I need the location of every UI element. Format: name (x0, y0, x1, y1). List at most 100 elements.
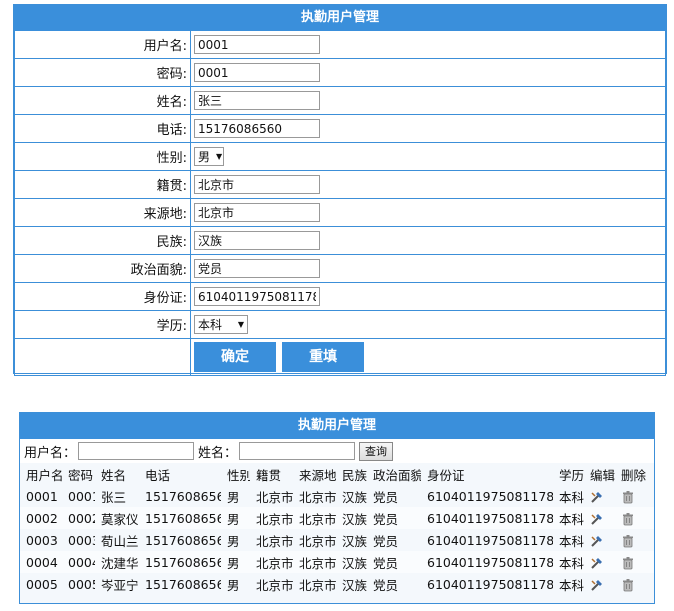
column-header: 删除 (621, 467, 647, 483)
table-cell: 0005 (20, 573, 62, 595)
edit-cell (584, 573, 615, 595)
table-cell: 0001 (62, 485, 95, 507)
table-cell: 北京市 (250, 551, 293, 573)
column-header: 性别 (227, 467, 250, 483)
table-cell: 北京市 (250, 485, 293, 507)
political-status-input[interactable] (194, 259, 320, 278)
origin-label: 来源地: (14, 198, 191, 227)
gender-select[interactable]: 男 ▼ (194, 147, 224, 166)
education-select[interactable]: 本科 ▼ (194, 315, 248, 334)
table-cell: 本科 (553, 573, 584, 595)
username-input[interactable] (194, 35, 320, 54)
table-cell: 党员 (367, 551, 421, 573)
table-cell: 0003 (62, 529, 95, 551)
table-cell: 男 (221, 551, 250, 573)
confirm-button[interactable]: 确定 (194, 342, 276, 372)
education-label: 学历: (14, 310, 191, 339)
password-input[interactable] (194, 63, 320, 82)
ethnicity-label: 民族: (14, 226, 191, 255)
table-cell: 15176086562 (139, 529, 221, 551)
query-button[interactable]: 查询 (359, 441, 394, 461)
table-cell: 张三 (95, 485, 139, 507)
origin-input[interactable] (194, 203, 320, 222)
table-cell: 汉族 (336, 573, 367, 595)
native-place-input[interactable] (194, 175, 320, 194)
table-cell: 北京市 (250, 529, 293, 551)
user-list-panel: 执勤用户管理 用户名： 姓名： 查询 用户名 密码 姓名 电话 性别 籍贯 来源… (19, 412, 655, 604)
table-cell: 北京市 (293, 573, 336, 595)
table-cell: 本科 (553, 485, 584, 507)
name-input[interactable] (194, 91, 320, 110)
edit-icon[interactable] (590, 578, 604, 592)
table-cell: 15176086564 (139, 573, 221, 595)
reset-button[interactable]: 重填 (282, 342, 365, 372)
trash-icon[interactable] (621, 490, 635, 504)
user-form-table: 用户名: 密码: 姓名: 电话: 性别: 男 ▼ 籍贯: (14, 31, 666, 376)
search-username-input[interactable] (78, 442, 195, 460)
table-cell: 沈建华 (95, 551, 139, 573)
table-header-row: 用户名 密码 姓名 电话 性别 籍贯 来源地 民族 政治面貌 身份证 学历 编辑… (20, 463, 654, 485)
column-header: 籍贯 (256, 467, 282, 483)
table-cell: 0003 (20, 529, 62, 551)
id-card-input[interactable] (194, 287, 320, 306)
trash-icon[interactable] (621, 578, 635, 592)
user-form-panel: 执勤用户管理 用户名: 密码: 姓名: 电话: 性别: 男 ▼ (13, 4, 667, 376)
button-row-spacer (14, 338, 191, 376)
table-cell: 党员 (367, 485, 421, 507)
user-list-table: 用户名 密码 姓名 电话 性别 籍贯 来源地 民族 政治面貌 身份证 学历 编辑… (20, 463, 654, 595)
table-row: 00020002莫家仪15176086561男北京市北京市汉族党员6104011… (20, 507, 654, 529)
edit-icon[interactable] (590, 556, 604, 570)
table-cell: 610401197508117896 (421, 573, 553, 595)
phone-input[interactable] (194, 119, 320, 138)
table-cell: 汉族 (336, 529, 367, 551)
table-cell: 本科 (553, 551, 584, 573)
trash-icon[interactable] (621, 534, 635, 548)
delete-cell (615, 573, 654, 595)
table-cell: 汉族 (336, 507, 367, 529)
education-select-value: 本科 (198, 318, 223, 332)
edit-cell (584, 507, 615, 529)
table-cell: 610401197508117894 (421, 551, 553, 573)
political-status-label: 政治面貌: (14, 254, 191, 283)
table-cell: 610401197508117892 (421, 507, 553, 529)
table-cell: 北京市 (293, 485, 336, 507)
table-cell: 党员 (367, 529, 421, 551)
gender-label: 性别: (14, 142, 191, 171)
table-row: 00040004沈建华15176086563男北京市北京市汉族党员6104011… (20, 551, 654, 573)
trash-icon[interactable] (621, 556, 635, 570)
phone-label: 电话: (14, 114, 191, 143)
table-cell: 0004 (20, 551, 62, 573)
edit-cell (584, 529, 615, 551)
name-label: 姓名: (14, 86, 191, 115)
table-cell: 男 (221, 529, 250, 551)
search-name-label: 姓名： (198, 445, 238, 461)
table-cell: 党员 (367, 573, 421, 595)
table-cell: 北京市 (293, 507, 336, 529)
edit-icon[interactable] (590, 534, 604, 548)
dropdown-arrow-icon: ▼ (237, 320, 244, 329)
table-cell: 0005 (62, 573, 95, 595)
delete-cell (615, 551, 654, 573)
column-header: 民族 (342, 467, 367, 483)
edit-cell (584, 485, 615, 507)
ethnicity-input[interactable] (194, 231, 320, 250)
table-cell: 15176086563 (139, 551, 221, 573)
form-title: 执勤用户管理 (14, 5, 666, 31)
table-row: 00050005岑亚宁15176086564男北京市北京市汉族党员6104011… (20, 573, 654, 595)
search-username-label: 用户名： (24, 445, 77, 461)
trash-icon[interactable] (621, 512, 635, 526)
edit-cell (584, 551, 615, 573)
column-header: 用户名 (26, 467, 62, 483)
gender-select-value: 男 (198, 150, 211, 164)
search-name-input[interactable] (239, 442, 356, 460)
table-cell: 党员 (367, 507, 421, 529)
table-cell: 男 (221, 485, 250, 507)
table-cell: 0004 (62, 551, 95, 573)
edit-icon[interactable] (590, 490, 604, 504)
column-header: 身份证 (427, 467, 465, 483)
id-card-label: 身份证: (14, 282, 191, 311)
table-cell: 0002 (62, 507, 95, 529)
native-place-label: 籍贯: (14, 170, 191, 199)
table-cell: 15176086561 (139, 507, 221, 529)
edit-icon[interactable] (590, 512, 604, 526)
